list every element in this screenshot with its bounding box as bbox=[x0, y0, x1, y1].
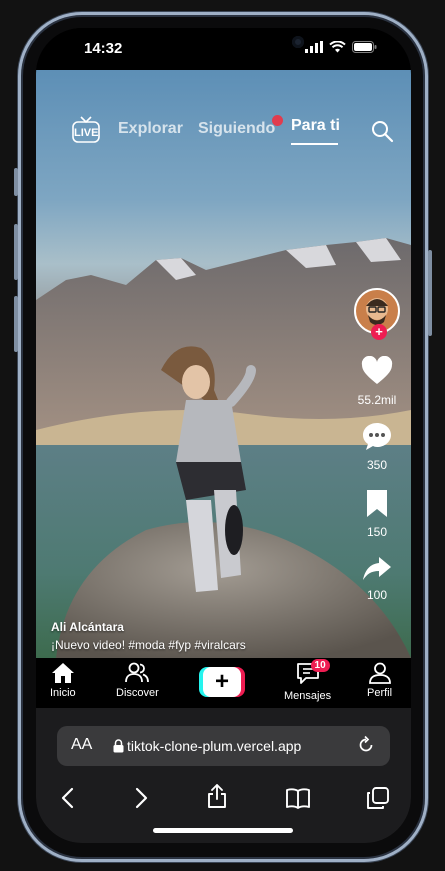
share-arrow-icon bbox=[363, 557, 391, 580]
save-count: 150 bbox=[366, 525, 388, 539]
bookmark-icon bbox=[367, 490, 387, 517]
action-rail: + 55.2mil 350 150 100 bbox=[354, 288, 400, 602]
battery-icon bbox=[352, 41, 377, 53]
profile-icon bbox=[368, 662, 391, 684]
wifi-icon bbox=[329, 41, 346, 53]
comment-count: 350 bbox=[366, 458, 388, 472]
video-description: ¡Nuevo video! #moda #fyp #viralcars bbox=[51, 638, 246, 652]
comment-button[interactable]: 350 bbox=[354, 421, 400, 472]
search-icon[interactable] bbox=[370, 119, 394, 143]
live-label: LIVE bbox=[74, 127, 99, 139]
volume-up-button bbox=[14, 224, 18, 280]
following-notification-dot bbox=[272, 115, 283, 126]
status-bar: 14:32 bbox=[36, 28, 411, 70]
top-nav: LIVE Explorar Siguiendo Para ti bbox=[36, 115, 411, 155]
bookmarks-book-icon[interactable] bbox=[285, 786, 311, 810]
save-button[interactable]: 150 bbox=[354, 488, 400, 539]
address-bar[interactable]: AA tiktok-clone-plum.vercel.app bbox=[57, 726, 390, 766]
forward-icon[interactable] bbox=[131, 786, 151, 810]
people-icon bbox=[125, 662, 150, 683]
plus-icon: + bbox=[203, 667, 241, 697]
nav-discover[interactable]: Discover bbox=[116, 662, 159, 699]
heart-icon bbox=[361, 355, 393, 384]
tab-siguiendo[interactable]: Siguiendo bbox=[198, 120, 275, 138]
nav-inicio-label: Inicio bbox=[50, 687, 76, 699]
nav-mensajes[interactable]: 10 Mensajes bbox=[284, 659, 332, 702]
lock-icon bbox=[113, 739, 124, 753]
back-icon[interactable] bbox=[58, 786, 78, 810]
dynamic-island bbox=[156, 28, 304, 58]
power-button bbox=[428, 250, 432, 336]
tab-explorar[interactable]: Explorar bbox=[118, 120, 183, 138]
reader-aa-button[interactable]: AA bbox=[71, 736, 92, 754]
like-button[interactable]: 55.2mil bbox=[354, 355, 400, 407]
active-tab-indicator bbox=[291, 143, 338, 145]
nav-perfil[interactable]: Perfil bbox=[367, 662, 392, 699]
status-time: 14:32 bbox=[84, 40, 123, 57]
share-button[interactable]: 100 bbox=[354, 555, 400, 602]
like-count: 55.2mil bbox=[357, 393, 397, 407]
nav-inicio[interactable]: Inicio bbox=[50, 662, 76, 699]
status-icons bbox=[305, 41, 377, 53]
follow-button[interactable]: + bbox=[371, 324, 387, 340]
url-text: tiktok-clone-plum.vercel.app bbox=[127, 738, 302, 754]
reload-icon[interactable] bbox=[356, 735, 376, 755]
author-name[interactable]: Ali Alcántara bbox=[51, 620, 246, 634]
share-icon[interactable] bbox=[205, 783, 229, 809]
safari-toolbar: AA tiktok-clone-plum.vercel.app bbox=[36, 708, 411, 843]
tab-para-ti[interactable]: Para ti bbox=[291, 117, 340, 135]
author-avatar[interactable]: + bbox=[354, 288, 400, 340]
tabs-icon[interactable] bbox=[366, 786, 390, 810]
share-count: 100 bbox=[366, 588, 388, 602]
video-caption: Ali Alcántara ¡Nuevo video! #moda #fyp #… bbox=[51, 620, 246, 652]
live-button[interactable]: LIVE bbox=[71, 115, 101, 145]
messages-badge: 10 bbox=[310, 659, 330, 672]
mute-switch bbox=[14, 168, 18, 196]
signal-icon bbox=[305, 41, 323, 53]
camera-icon bbox=[292, 36, 304, 48]
volume-down-button bbox=[14, 296, 18, 352]
home-indicator bbox=[153, 828, 293, 833]
home-icon bbox=[51, 663, 74, 683]
create-video-button[interactable]: + bbox=[199, 667, 245, 697]
nav-mensajes-label: Mensajes bbox=[284, 690, 332, 702]
nav-perfil-label: Perfil bbox=[367, 687, 393, 699]
app-bottom-nav: Inicio Discover + 10 Mensajes Perfil bbox=[36, 658, 411, 708]
comment-icon bbox=[363, 423, 391, 450]
video-player[interactable]: LIVE Explorar Siguiendo Para ti + 55.2mi… bbox=[36, 70, 411, 658]
nav-discover-label: Discover bbox=[116, 687, 159, 699]
screen: 14:32 LIVE Explorar Siguiendo Para ti + … bbox=[36, 28, 411, 843]
